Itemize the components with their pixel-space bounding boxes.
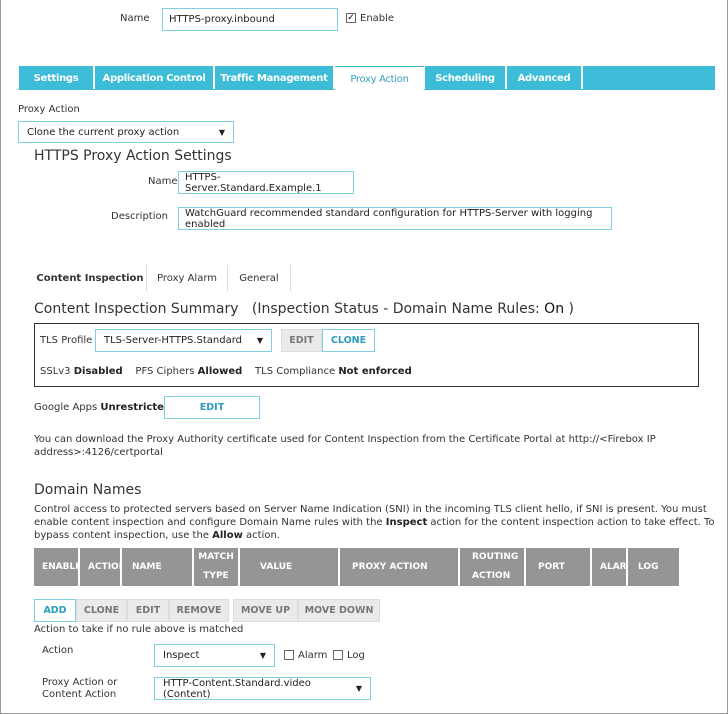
tls-clone-button[interactable]: CLONE	[322, 329, 375, 352]
action-name-label: Name	[148, 176, 178, 187]
column-header-action[interactable]: ACTION	[80, 548, 120, 586]
dropdown-arrow-icon: ▼	[259, 651, 266, 660]
tls-profile-select[interactable]: TLS-Server-HTTPS.Standard ▼	[95, 329, 272, 352]
compliance-label: TLS Compliance	[255, 366, 336, 377]
column-header-port[interactable]: PORT	[526, 548, 590, 586]
google-apps-edit-button[interactable]: EDIT	[164, 396, 260, 419]
tls-status-line: SSLv3 Disabled PFS Ciphers Allowed TLS C…	[40, 366, 412, 377]
tls-profile-value: TLS-Server-HTTPS.Standard	[104, 335, 243, 346]
summary-status-suffix: )	[568, 301, 574, 317]
proxy-content-action-select[interactable]: HTTP-Content.Standard.video (Content) ▼	[154, 677, 371, 700]
google-apps-value: Unrestricted	[100, 402, 172, 413]
move-up-button[interactable]: MOVE UP	[233, 599, 298, 622]
column-header-value[interactable]: VALUE	[240, 548, 338, 586]
tab-scheduling[interactable]: Scheduling	[425, 66, 505, 90]
add-rule-button[interactable]: ADD	[34, 599, 76, 622]
column-header-routing-action[interactable]: ROUTING ACTION	[460, 548, 524, 586]
tls-edit-button[interactable]: EDIT	[281, 329, 322, 352]
desc-part: action.	[242, 530, 280, 541]
remove-rule-button[interactable]: REMOVE	[169, 599, 229, 622]
dropdown-arrow-icon: ▼	[256, 336, 263, 345]
tab-application-control[interactable]: Application Control	[95, 66, 213, 90]
desc-inspect: Inspect	[385, 517, 428, 528]
proxy-action-label: Proxy Action	[18, 104, 80, 115]
subtab-general[interactable]: General	[228, 265, 291, 291]
clone-rule-button[interactable]: CLONE	[76, 599, 127, 622]
tls-profile-label: TLS Profile	[40, 335, 93, 346]
column-header-proxy-action[interactable]: PROXY ACTION	[340, 548, 458, 586]
default-action-value: Inspect	[163, 650, 200, 661]
checkbox-icon	[333, 650, 343, 660]
sslv3-value: Disabled	[73, 366, 123, 377]
edit-rule-button[interactable]: EDIT	[127, 599, 169, 622]
certificate-download-note: You can download the Proxy Authority cer…	[34, 434, 656, 458]
proxy-content-action-value: HTTP-Content.Standard.video (Content)	[163, 677, 311, 700]
dropdown-arrow-icon: ▼	[218, 127, 225, 137]
subtab-proxy-alarm[interactable]: Proxy Alarm	[147, 265, 228, 291]
dropdown-arrow-icon: ▼	[355, 684, 362, 693]
proxy-action-select[interactable]: Clone the current proxy action ▼	[18, 121, 234, 143]
no-match-label: Action to take if no rule above is match…	[34, 624, 244, 635]
pfs-value: Allowed	[197, 366, 243, 377]
alarm-label: Alarm	[298, 650, 328, 661]
checkbox-icon	[284, 650, 294, 660]
domain-names-description: Control access to protected servers base…	[34, 503, 724, 542]
action-name-input[interactable]: HTTPS-Server.Standard.Example.1	[178, 171, 354, 194]
compliance-value: Not enforced	[338, 366, 412, 377]
column-header-alarm[interactable]: ALARM	[592, 548, 626, 586]
summary-title: Content Inspection Summary	[34, 301, 239, 317]
tab-proxy-action[interactable]: Proxy Action	[335, 66, 424, 91]
column-header-log[interactable]: LOG	[628, 548, 679, 586]
tab-advanced[interactable]: Advanced	[507, 66, 581, 90]
proxy-action-value: Clone the current proxy action	[27, 126, 180, 138]
checkbox-checked-icon: ✓	[346, 13, 356, 23]
domain-rules-status: On	[544, 301, 565, 317]
desc-allow: Allow	[212, 530, 243, 541]
column-header-name[interactable]: NAME	[122, 548, 192, 586]
tab-traffic-management[interactable]: Traffic Management	[215, 66, 333, 90]
tab-filler	[583, 66, 715, 90]
summary-heading: Content Inspection Summary (Inspection S…	[34, 301, 574, 317]
log-label: Log	[347, 650, 365, 661]
alarm-checkbox[interactable]: Alarm	[284, 650, 327, 661]
google-apps-status: Google Apps Unrestricted	[34, 402, 171, 413]
subtab-content-inspection[interactable]: Content Inspection	[34, 265, 147, 291]
column-header-enable[interactable]: ENABLE	[34, 548, 78, 586]
policy-name-input[interactable]: HTTPS-proxy.inbound	[162, 8, 338, 31]
name-label: Name	[120, 13, 150, 24]
column-header-match-type[interactable]: MATCH TYPE	[194, 548, 238, 586]
settings-title: HTTPS Proxy Action Settings	[34, 148, 232, 164]
description-label: Description	[111, 211, 168, 222]
tab-settings[interactable]: Settings	[19, 66, 93, 90]
description-input[interactable]: WatchGuard recommended standard configur…	[178, 207, 612, 230]
google-apps-label: Google Apps	[34, 402, 98, 413]
pfs-label: PFS Ciphers	[135, 366, 195, 377]
enable-checkbox[interactable]: ✓ Enable	[346, 13, 394, 24]
default-action-select[interactable]: Inspect ▼	[154, 644, 275, 667]
move-down-button[interactable]: MOVE DOWN	[298, 599, 380, 622]
summary-status-prefix: (Inspection Status - Domain Name Rules:	[251, 301, 540, 317]
default-action-label: Action	[42, 645, 74, 656]
enable-label: Enable	[360, 13, 395, 24]
domain-names-title: Domain Names	[34, 482, 142, 498]
proxy-content-action-label: Proxy Action or Content Action	[42, 677, 118, 700]
log-checkbox[interactable]: Log	[333, 650, 365, 661]
sslv3-label: SSLv3	[40, 366, 71, 377]
